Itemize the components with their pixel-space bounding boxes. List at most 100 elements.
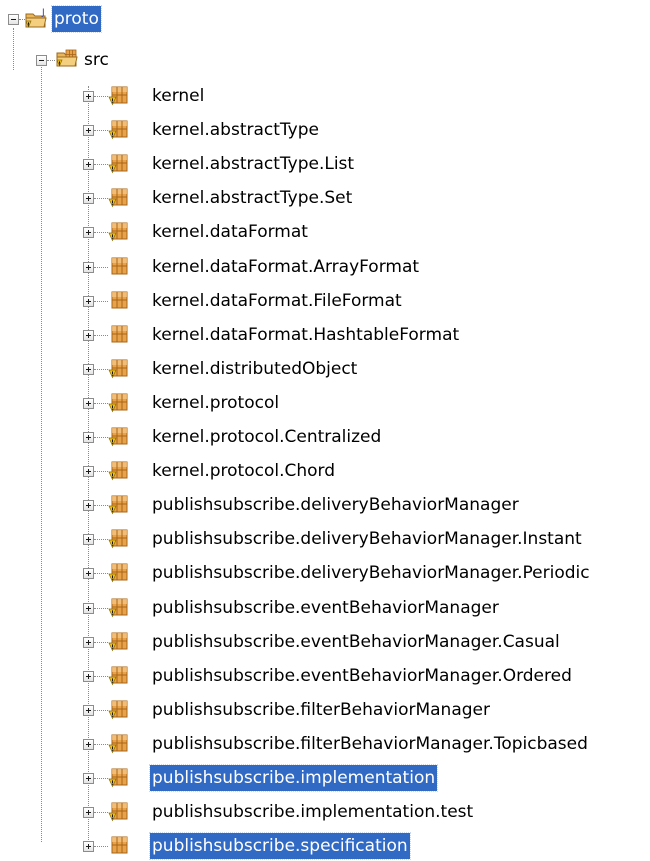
package-icon (111, 325, 128, 343)
package-icon (108, 359, 128, 379)
tree-connector (94, 164, 108, 166)
tree-connector (94, 812, 108, 814)
tree-row-package[interactable]: kernel.protocol.Chord (0, 456, 650, 486)
package-label[interactable]: kernel.abstractType.Set (150, 185, 354, 211)
tree-connector (94, 709, 108, 711)
package-label[interactable]: publishsubscribe.eventBehaviorManager.Or… (150, 663, 574, 689)
expand-toggle[interactable] (83, 807, 94, 819)
tree-row-package[interactable]: kernel.dataFormat (0, 217, 650, 247)
package-label[interactable]: kernel.dataFormat.HashtableFormat (150, 322, 461, 348)
expand-toggle[interactable] (83, 363, 94, 375)
expand-toggle[interactable] (83, 295, 94, 307)
package-label[interactable]: kernel.protocol.Chord (150, 458, 337, 484)
tree-row-package[interactable]: kernel.protocol.Centralized (0, 422, 650, 452)
package-icon (108, 154, 128, 174)
package-icon (108, 563, 128, 583)
tree-row-package[interactable]: kernel.distributedObject (0, 354, 650, 384)
tree-connector (94, 96, 108, 97)
package-label[interactable]: kernel.protocol (150, 390, 281, 416)
tree-row-package[interactable]: publishsubscribe.deliveryBehaviorManager (0, 490, 650, 520)
tree-row-package[interactable]: publishsubscribe.specification (0, 831, 650, 861)
tree-connector (94, 641, 108, 643)
expand-toggle[interactable] (83, 159, 94, 171)
package-label[interactable]: publishsubscribe.deliveryBehaviorManager… (150, 560, 592, 586)
package-label[interactable]: publishsubscribe.eventBehaviorManager.Ca… (150, 629, 562, 655)
tree-row-package[interactable]: kernel.abstractType (0, 115, 650, 145)
tree-connector (94, 539, 108, 541)
package-label[interactable]: publishsubscribe.specification (149, 832, 411, 861)
tree-row-package[interactable]: publishsubscribe.eventBehaviorManager.Or… (0, 661, 650, 691)
package-icon (108, 632, 128, 651)
package-label[interactable]: publishsubscribe.filterBehaviorManager.T… (150, 731, 590, 757)
tree-row-package[interactable]: publishsubscribe.filterBehaviorManager (0, 695, 650, 725)
expand-toggle[interactable] (83, 432, 94, 443)
package-label[interactable]: publishsubscribe.filterBehaviorManager (150, 697, 492, 723)
expand-toggle[interactable] (83, 91, 94, 102)
expand-toggle[interactable] (83, 125, 94, 137)
package-icon (108, 802, 128, 822)
expand-toggle[interactable] (83, 568, 94, 580)
tree-row-package[interactable]: publishsubscribe.implementation.test (0, 797, 650, 827)
source-folder-label[interactable]: src (82, 47, 111, 73)
tree-row-root[interactable]: J proto (0, 4, 650, 34)
expand-toggle[interactable] (83, 500, 94, 512)
package-icon (108, 495, 128, 515)
expand-toggle[interactable] (83, 466, 94, 478)
package-icon (108, 598, 128, 617)
tree-row-package[interactable]: publishsubscribe.deliveryBehaviorManager… (0, 524, 650, 554)
package-icon (108, 120, 128, 140)
project-label[interactable]: proto (51, 5, 102, 33)
package-icon (108, 666, 128, 686)
package-label[interactable]: publishsubscribe.deliveryBehaviorManager… (150, 526, 584, 552)
package-label[interactable]: publishsubscribe.deliveryBehaviorManager (150, 492, 521, 518)
expand-toggle[interactable] (83, 636, 94, 648)
package-label[interactable]: kernel.dataFormat.FileFormat (150, 288, 404, 314)
tree-row-package[interactable]: publishsubscribe.eventBehaviorManager (0, 593, 650, 623)
package-label[interactable]: kernel.protocol.Centralized (150, 424, 383, 450)
collapse-toggle[interactable] (36, 55, 47, 66)
expand-toggle[interactable] (83, 602, 94, 614)
package-label[interactable]: kernel (150, 83, 206, 109)
package-explorer-tree: J proto src kernel kernel.abstractType ker… (0, 0, 650, 861)
expand-toggle[interactable] (83, 704, 94, 716)
package-label[interactable]: kernel.distributedObject (150, 356, 359, 382)
expand-toggle[interactable] (83, 193, 94, 205)
tree-row-package[interactable]: kernel (0, 81, 650, 111)
tree-row-src[interactable]: src (0, 45, 650, 75)
package-icon (108, 427, 128, 447)
collapse-toggle[interactable] (8, 14, 19, 25)
tree-row-package[interactable]: publishsubscribe.eventBehaviorManager.Ca… (0, 627, 650, 657)
tree-connector (94, 778, 108, 779)
tree-row-package[interactable]: publishsubscribe.filterBehaviorManager.T… (0, 729, 650, 759)
java-project-icon: J (25, 8, 47, 28)
package-label[interactable]: publishsubscribe.implementation.test (150, 799, 475, 825)
expand-toggle[interactable] (83, 227, 94, 239)
tree-row-package[interactable]: kernel.dataFormat.ArrayFormat (0, 252, 650, 282)
package-label[interactable]: kernel.dataFormat (150, 219, 310, 245)
tree-row-package[interactable]: publishsubscribe.deliveryBehaviorManager… (0, 558, 650, 588)
expand-toggle[interactable] (83, 397, 94, 409)
expand-toggle[interactable] (83, 773, 94, 784)
package-label[interactable]: publishsubscribe.eventBehaviorManager (150, 595, 501, 621)
tree-connector (94, 130, 108, 132)
package-label[interactable]: kernel.abstractType.List (150, 151, 356, 177)
package-label[interactable]: kernel.abstractType (150, 117, 321, 143)
tree-row-package[interactable]: kernel.abstractType.Set (0, 183, 650, 213)
package-label[interactable]: publishsubscribe.implementation (148, 764, 439, 792)
expand-toggle[interactable] (83, 670, 94, 682)
expand-toggle[interactable] (83, 738, 94, 750)
tree-connector (94, 334, 108, 336)
expand-toggle[interactable] (83, 841, 94, 853)
tree-connector (94, 437, 108, 438)
expand-toggle[interactable] (83, 534, 94, 546)
tree-row-package[interactable]: kernel.protocol (0, 388, 650, 418)
expand-toggle[interactable] (83, 261, 94, 273)
tree-row-package[interactable]: publishsubscribe.implementation (0, 763, 650, 793)
tree-row-package[interactable]: kernel.dataFormat.FileFormat (0, 286, 650, 316)
expand-toggle[interactable] (83, 329, 94, 341)
package-icon (108, 86, 128, 106)
package-label[interactable]: kernel.dataFormat.ArrayFormat (150, 254, 421, 280)
tree-row-package[interactable]: kernel.dataFormat.HashtableFormat (0, 320, 650, 350)
tree-row-package[interactable]: kernel.abstractType.List (0, 149, 650, 179)
tree-connector (94, 266, 108, 268)
